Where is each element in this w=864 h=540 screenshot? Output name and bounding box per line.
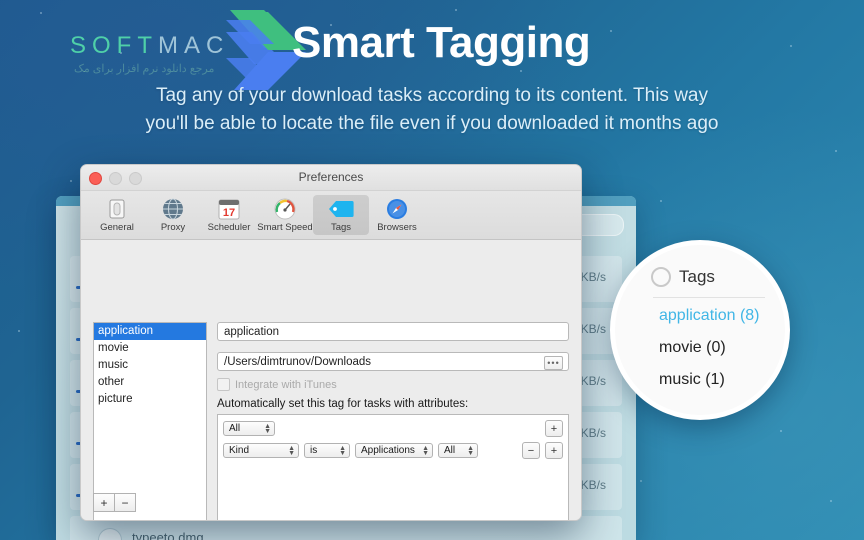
toolbar-item-scheduler[interactable]: 17 Scheduler: [201, 195, 257, 235]
chevron-updown-icon: ▲ ▼: [264, 423, 271, 435]
toolbar-label: Tags: [330, 222, 352, 233]
callout-item-movie[interactable]: movie (0): [659, 339, 726, 357]
callout-title: Tags: [679, 267, 715, 286]
chevron-updown-icon: ▲ ▼: [467, 445, 474, 457]
toolbar-label: General: [100, 222, 134, 233]
hero-subtitle: Tag any of your download tasks according…: [0, 82, 864, 137]
rules-description-label: Automatically set this tag for tasks wit…: [217, 398, 469, 410]
download-filename: typeeto.dmg: [132, 530, 204, 540]
add-condition-button[interactable]: +: [545, 442, 563, 459]
condition-qualifier-select[interactable]: All ▲ ▼: [438, 443, 478, 458]
tag-name-value: application: [224, 325, 279, 338]
preferences-titlebar[interactable]: Preferences: [81, 165, 581, 191]
browse-folder-button[interactable]: •••: [544, 356, 563, 370]
itunes-checkbox-row[interactable]: Integrate with iTunes: [217, 378, 569, 391]
rules-match-row: All ▲ ▼ +: [223, 420, 563, 437]
tag-list-item-other[interactable]: other: [94, 374, 206, 391]
toolbar-item-tags[interactable]: Tags: [313, 195, 369, 235]
chevron-updown-icon: ▲ ▼: [339, 445, 346, 457]
switch-icon: [103, 198, 131, 220]
preferences-content: application movie music other picture + …: [81, 240, 581, 520]
toolbar-item-proxy[interactable]: Proxy: [145, 195, 201, 235]
toolbar-label: Browsers: [377, 222, 417, 233]
brand-name-part1: SOFT: [70, 32, 158, 59]
remove-condition-button[interactable]: −: [522, 442, 540, 459]
globe-icon: [159, 198, 187, 220]
itunes-checkbox[interactable]: [217, 378, 230, 391]
itunes-checkbox-label: Integrate with iTunes: [235, 378, 337, 391]
tag-list-item-application[interactable]: application: [94, 323, 206, 340]
tag-list[interactable]: application movie music other picture: [93, 322, 207, 520]
preferences-window[interactable]: Preferences General Proxy 17 Scheduler S…: [80, 164, 582, 521]
svg-text:17: 17: [223, 207, 235, 219]
condition-attribute-select[interactable]: Kind ▲ ▼: [223, 443, 299, 458]
brand-name-part2: MAC: [158, 32, 230, 59]
tag-name-input[interactable]: application: [217, 322, 569, 341]
softmac-logo-text: SOFTMAC: [70, 32, 229, 60]
brand-tagline-farsi: مرجع دانلود نرم افزار برای مک: [74, 63, 215, 75]
callout-item-music[interactable]: music (1): [659, 371, 725, 389]
toolbar-item-smart-speed[interactable]: Smart Speed: [257, 195, 313, 235]
tag-list-item-movie[interactable]: movie: [94, 340, 206, 357]
callout-item-application[interactable]: application (8): [659, 307, 760, 325]
toolbar-label: Proxy: [160, 222, 186, 233]
hero-subtitle-line1: Tag any of your download tasks according…: [155, 85, 708, 106]
condition-operator-select[interactable]: is ▲ ▼: [304, 443, 350, 458]
preferences-toolbar: General Proxy 17 Scheduler Smart Speed T…: [81, 191, 581, 240]
page-title: Smart Tagging: [292, 18, 591, 67]
file-icon: [98, 528, 122, 540]
hero-subtitle-line2: you'll be able to locate the file even i…: [145, 112, 719, 134]
condition-value-text: Applications: [361, 445, 415, 456]
callout-header: Tags: [651, 267, 715, 287]
tag-icon: [327, 198, 355, 220]
tag-list-item-picture[interactable]: picture: [94, 391, 206, 408]
folder-path-input[interactable]: /Users/dimtrunov/Downloads •••: [217, 352, 569, 371]
condition-attribute-value: Kind: [229, 445, 250, 456]
condition-value-select[interactable]: Applications ▲ ▼: [355, 443, 433, 458]
rules-scope-select[interactable]: All ▲ ▼: [223, 421, 275, 436]
circle-icon: [651, 267, 671, 287]
calendar-icon: 17: [215, 198, 243, 220]
remove-tag-button[interactable]: −: [115, 493, 136, 512]
tag-list-item-music[interactable]: music: [94, 357, 206, 374]
add-rule-group-button[interactable]: +: [545, 420, 563, 437]
folder-path-value: /Users/dimtrunov/Downloads: [224, 355, 372, 368]
gauge-icon: [271, 198, 299, 220]
rules-box: All ▲ ▼ + Kind ▲ ▼ is ▲ ▼ Applications ▲…: [217, 414, 569, 520]
toolbar-label: Smart Speed: [257, 222, 313, 233]
toolbar-item-browsers[interactable]: Browsers: [369, 195, 425, 235]
chevron-updown-icon: ▲ ▼: [422, 445, 429, 457]
condition-operator-value: is: [310, 445, 318, 456]
hero-header: SOFTMAC مرجع دانلود نرم افزار برای مک Sm…: [0, 0, 864, 150]
compass-icon: [383, 198, 411, 220]
tags-magnifier-callout: Tags application (8) movie (0) music (1): [610, 240, 790, 420]
callout-divider: [653, 297, 765, 298]
add-tag-button[interactable]: +: [93, 493, 115, 512]
window-title: Preferences: [298, 170, 364, 184]
tag-detail-panel: application /Users/dimtrunov/Downloads •…: [217, 322, 569, 520]
toolbar-label: Scheduler: [207, 222, 251, 233]
condition-qualifier-value: All: [444, 445, 456, 456]
toolbar-item-general[interactable]: General: [89, 195, 145, 235]
chevron-updown-icon: ▲ ▼: [288, 445, 295, 457]
tag-list-buttons: + −: [93, 493, 136, 512]
rules-condition-row: Kind ▲▼ is ▲▼ Applications ▲▼ All ▲▼: [223, 442, 563, 459]
rules-scope-value: All: [229, 423, 241, 434]
